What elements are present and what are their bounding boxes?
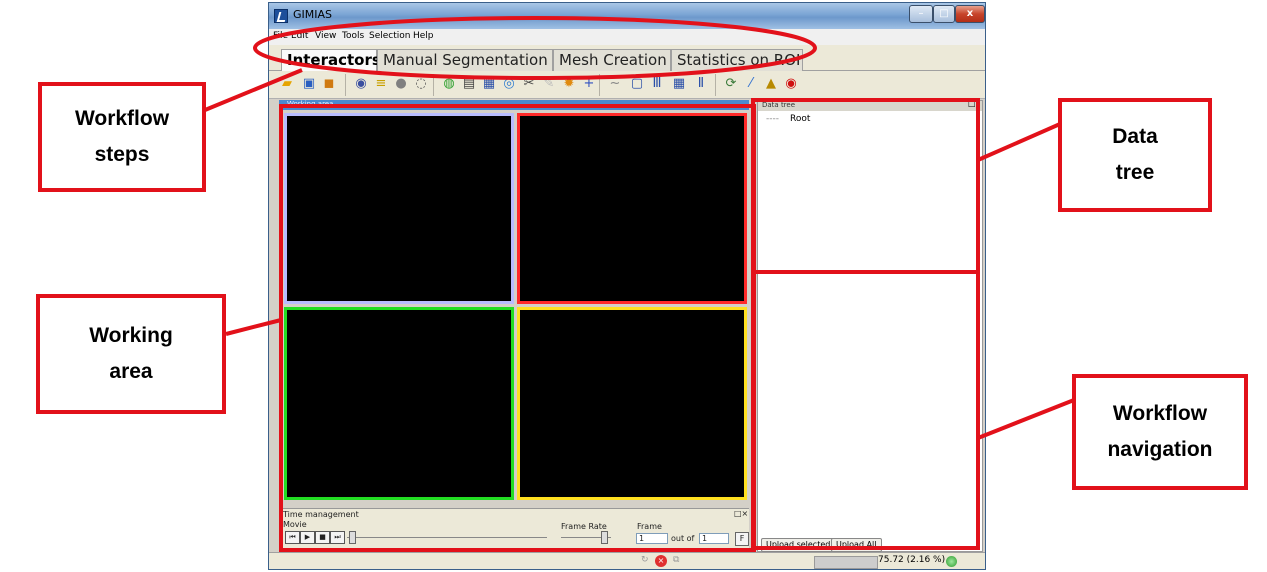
callout-workflow-steps-line2: steps — [94, 143, 150, 166]
data-tree-highlight — [751, 98, 980, 274]
status-bar: ↻ × ⧉ 75.72 (2.16 %) — [269, 552, 985, 569]
memory-progress-bar — [814, 556, 878, 569]
refresh-icon[interactable]: ↻ — [641, 555, 649, 565]
close-button[interactable]: x — [955, 5, 985, 23]
working-area-highlight — [279, 104, 756, 552]
maximize-button[interactable]: □ — [933, 5, 955, 23]
stop-process-icon[interactable]: × — [655, 555, 667, 567]
callout-workflow-navigation-line2: navigation — [1107, 438, 1213, 461]
callout-working-area-line1: Working — [89, 324, 173, 347]
callout-workflow-navigation-line1: Workflow — [1112, 402, 1208, 425]
tabs-highlight-ellipse — [253, 16, 817, 80]
callout-data-tree-line2: tree — [1115, 161, 1155, 184]
copy-icon[interactable]: ⧉ — [673, 555, 679, 565]
memory-usage-text: 75.72 (2.16 %) — [878, 555, 946, 565]
callout-working-area: Working area — [36, 294, 226, 414]
minimize-button[interactable]: – — [909, 5, 933, 23]
workflow-navigation-highlight — [751, 270, 980, 550]
callout-working-area-line2: area — [109, 360, 153, 383]
callout-workflow-navigation: Workflow navigation — [1072, 374, 1248, 490]
callout-workflow-steps: Workflow steps — [38, 82, 206, 192]
callout-workflow-steps-line1: Workflow — [74, 107, 170, 130]
callout-data-tree-line1: Data — [1112, 125, 1158, 148]
callout-data-tree: Data tree — [1058, 98, 1212, 212]
status-indicator-icon — [946, 556, 957, 567]
